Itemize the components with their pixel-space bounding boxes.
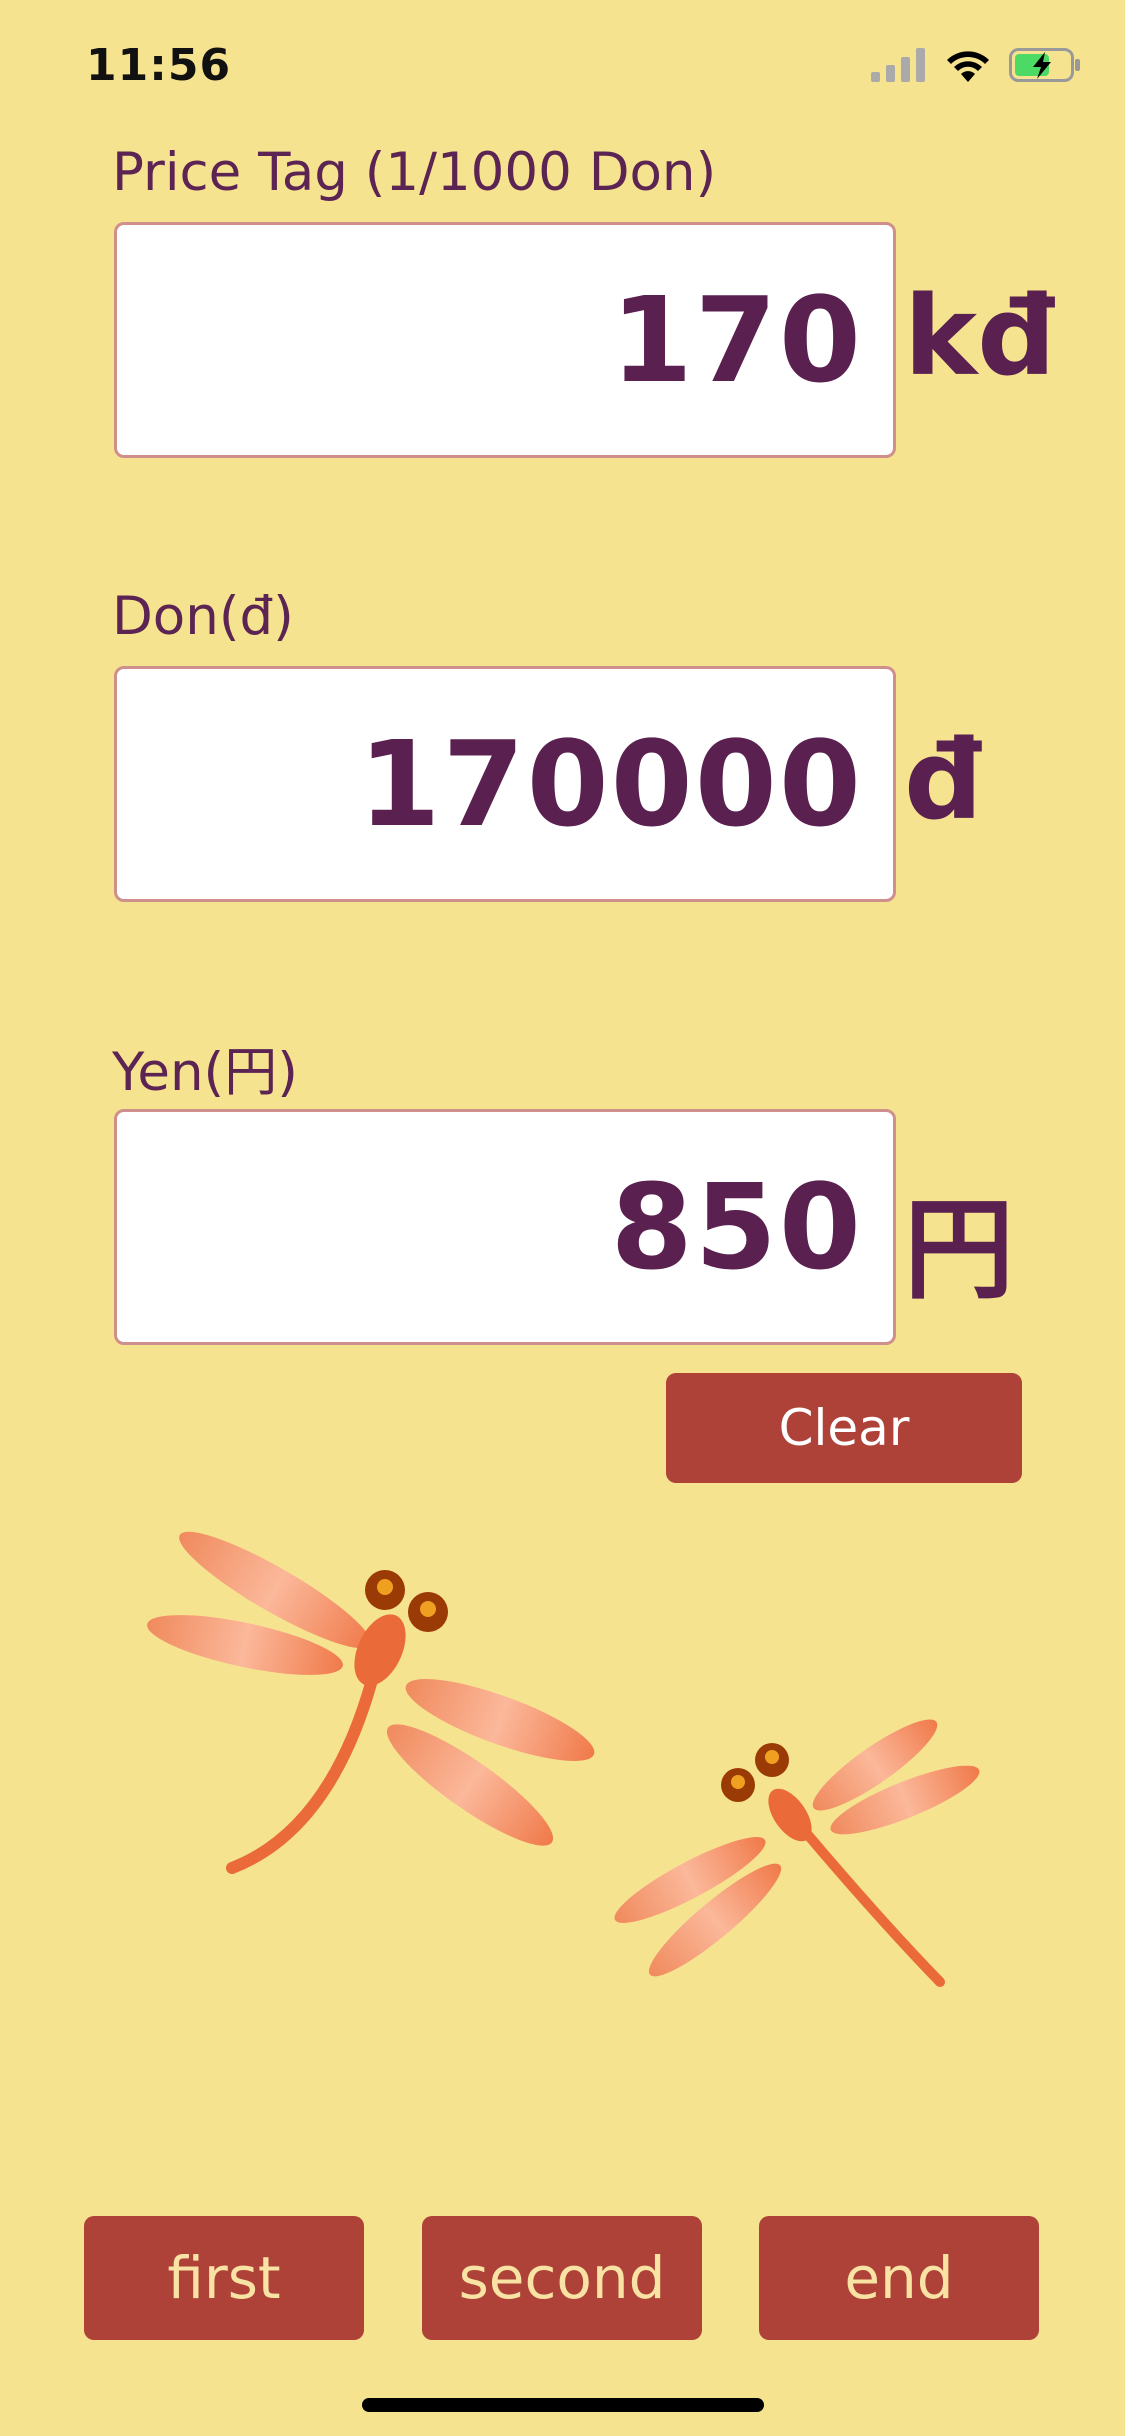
don-unit: đ [904,716,983,844]
tab-end[interactable]: end [759,2216,1039,2340]
dragonfly-small [614,1719,980,1987]
tab-first[interactable]: first [84,2216,364,2340]
price-tag-label: Price Tag (1/1000 Don) [112,142,717,203]
battery-charging-icon [1009,48,1080,82]
clear-button[interactable]: Clear [666,1373,1022,1483]
home-indicator [362,2398,764,2412]
yen-value: 850 [610,1158,863,1296]
don-input[interactable]: 170000 [114,666,896,902]
price-tag-input[interactable]: 170 [114,222,896,458]
status-icons [871,48,1081,82]
tab-second[interactable]: second [422,2216,702,2340]
yen-input[interactable]: 850 [114,1109,896,1345]
cellular-signal-icon [871,48,925,82]
status-time: 11:56 [86,40,232,91]
dragonfly-large [147,1531,595,1874]
yen-label: Yen(円) [112,1042,298,1103]
don-label: Don(đ) [112,586,294,647]
price-tag-unit: kđ [904,272,1056,400]
don-value: 170000 [358,715,863,853]
wifi-icon [947,51,989,82]
yen-unit: 円 [904,1186,1014,1314]
dragonflies-illustration [147,1531,980,1987]
price-tag-value: 170 [610,271,863,409]
screen: 11:56 Price Tag (1/1000 Don) 170 kđ Don(… [0,0,1125,2436]
